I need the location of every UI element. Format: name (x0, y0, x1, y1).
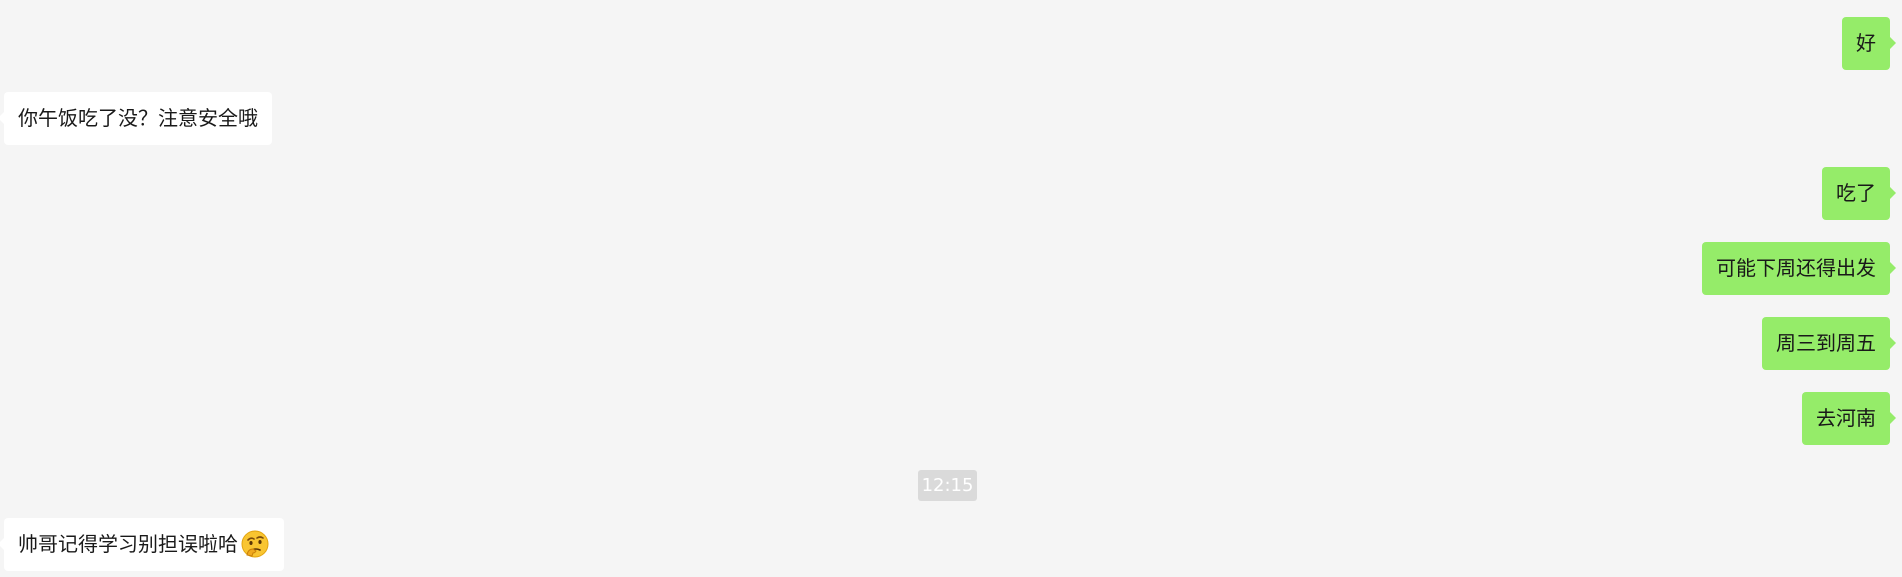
message-bubble-incoming[interactable]: 你午饭吃了没？注意安全哦 (0, 92, 272, 145)
message-bubble-outgoing[interactable]: 可能下周还得出发 (1702, 242, 1896, 295)
message-text: 周三到周五 (1776, 331, 1876, 355)
timestamp-label: 12:15 (918, 470, 977, 501)
thinking-face-emoji-icon (241, 530, 269, 557)
message-text: 可能下周还得出发 (1716, 256, 1876, 280)
message-bubble-outgoing[interactable]: 去河南 (1802, 392, 1896, 445)
message-bubble-outgoing[interactable]: 好 (1842, 17, 1896, 70)
message-bubble-incoming[interactable]: 帅哥记得学习别担误啦哈 (0, 518, 284, 571)
chat-message-area[interactable]: 好 你午饭吃了没？注意安全哦 吃了 可能下周还得出发 周三到周五 去河南 12:… (0, 0, 1902, 577)
message-text: 去河南 (1816, 406, 1876, 430)
message-text: 吃了 (1836, 181, 1876, 205)
message-text: 好 (1856, 31, 1876, 55)
message-text: 帅哥记得学习别担误啦哈 (18, 532, 238, 556)
message-bubble-outgoing[interactable]: 吃了 (1822, 167, 1896, 220)
message-bubble-outgoing[interactable]: 周三到周五 (1762, 317, 1896, 370)
message-text: 你午饭吃了没？注意安全哦 (18, 106, 258, 130)
